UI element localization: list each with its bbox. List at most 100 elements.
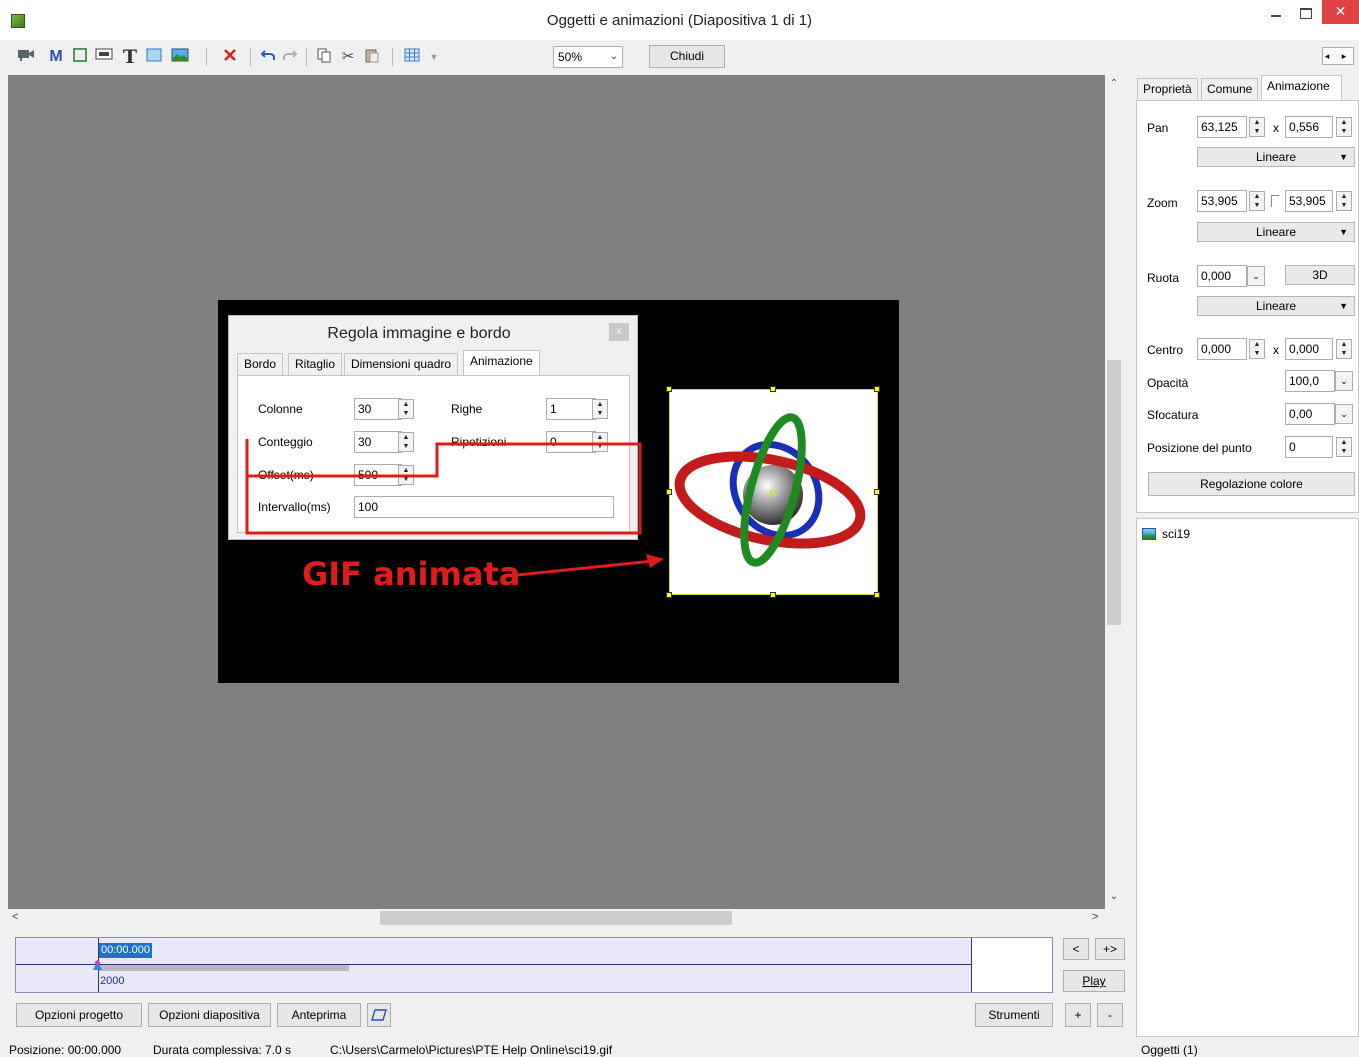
vertical-scrollbar[interactable]: ⌃ ⌄ (1105, 75, 1123, 909)
undo-icon[interactable] (258, 47, 278, 67)
video-camera-icon[interactable] (16, 47, 36, 67)
paste-icon[interactable] (362, 47, 382, 67)
button-object-icon[interactable] (94, 47, 114, 67)
title-bar: Oggetti e animazioni (Diapositiva 1 di 1… (0, 0, 1359, 40)
resize-handle[interactable] (874, 386, 880, 392)
zoom-link-checkbox[interactable] (1271, 195, 1279, 207)
resize-handle[interactable] (666, 592, 672, 598)
grid-dropdown-icon[interactable]: ▼ (424, 47, 444, 67)
opacita-label: Opacità (1147, 376, 1189, 390)
scroll-left-icon[interactable]: < (12, 911, 18, 923)
dialog-close-button[interactable]: x (609, 323, 629, 341)
keyframe-pin-icon[interactable] (93, 960, 102, 971)
pan-x-input[interactable]: 63,125 (1197, 116, 1247, 138)
pan-label: Pan (1147, 121, 1169, 135)
rectangle-icon[interactable] (144, 47, 164, 67)
pan-x-stepper[interactable]: ▲ ▼ (1249, 117, 1265, 137)
zoom-y-stepper[interactable]: ▲ ▼ (1336, 191, 1352, 211)
posizione-punto-label: Posizione del punto (1147, 441, 1252, 455)
delete-icon[interactable] (220, 47, 240, 67)
tab-ritaglio[interactable]: Ritaglio (288, 353, 343, 375)
zoom-x-input[interactable]: 53,905 (1197, 190, 1247, 212)
tab-animazione[interactable]: Animazione (463, 350, 540, 376)
mask-icon[interactable]: M (46, 47, 66, 67)
resize-handle[interactable] (874, 489, 880, 495)
maximize-button[interactable] (1293, 4, 1319, 24)
play-button[interactable]: Play (1063, 970, 1125, 992)
prev-keyframe-button[interactable]: < (1063, 938, 1089, 960)
zoom-interpolation-dropdown[interactable]: Lineare ▼ (1197, 222, 1355, 242)
window-title: Oggetti e animazioni (Diapositiva 1 di 1… (546, 12, 813, 29)
close-window-button[interactable]: ✕ (1322, 0, 1359, 24)
pan-interpolation-dropdown[interactable]: Lineare ▼ (1197, 147, 1355, 167)
resize-handle[interactable] (874, 592, 880, 598)
tab-proprieta[interactable]: Proprietà (1137, 78, 1198, 100)
pan-y-stepper[interactable]: ▲ ▼ (1336, 117, 1352, 137)
text-icon[interactable]: T (120, 47, 140, 67)
cut-icon[interactable]: ✂ (338, 47, 358, 67)
scroll-right-icon[interactable]: > (1092, 911, 1098, 923)
grid-icon[interactable] (402, 47, 422, 67)
ruota-dropdown-icon[interactable]: ⌄ (1247, 266, 1265, 286)
resize-handle[interactable] (666, 386, 672, 392)
horizontal-scrollbar[interactable]: < > (8, 909, 1105, 927)
zoom-y-input[interactable]: 53,905 (1285, 190, 1333, 212)
scroll-up-icon[interactable]: ⌃ (1105, 78, 1123, 89)
opzioni-diapositiva-button[interactable]: Opzioni diapositiva (148, 1003, 271, 1027)
scroll-down-icon[interactable]: ⌄ (1105, 891, 1123, 902)
timeline[interactable]: 00:00.000 2000 (15, 937, 1053, 993)
righe-stepper[interactable]: ▲ ▼ (592, 399, 608, 419)
timeline-object-bar[interactable] (99, 965, 349, 971)
preview-window-button[interactable] (367, 1003, 391, 1027)
annotation-gif-animata: GIF animata (302, 555, 521, 593)
list-item[interactable]: sci19 (1140, 526, 1210, 542)
remove-button[interactable]: - (1097, 1003, 1123, 1027)
zoom-interpolation-value: Lineare (1255, 225, 1297, 239)
posizione-punto-input[interactable]: 0 (1285, 436, 1333, 458)
slide-canvas[interactable]: Regola immagine e bordo x Bordo Ritaglio… (8, 75, 1105, 909)
3d-button[interactable]: 3D (1285, 265, 1355, 285)
colonne-input[interactable]: 30 (354, 398, 402, 420)
copy-icon[interactable] (314, 47, 334, 67)
horizontal-scroll-thumb[interactable] (380, 911, 732, 925)
tab-dimensioni-quadro[interactable]: Dimensioni quadro (344, 353, 459, 375)
vertical-scroll-thumb[interactable] (1107, 360, 1121, 625)
minimize-button[interactable] (1263, 4, 1289, 24)
tab-animazione-right[interactable]: Animazione (1261, 75, 1342, 101)
colonne-stepper[interactable]: ▲ ▼ (398, 399, 414, 419)
righe-input[interactable]: 1 (546, 398, 596, 420)
centro-y-stepper[interactable]: ▲ ▼ (1336, 339, 1352, 359)
centro-x-stepper[interactable]: ▲ ▼ (1249, 339, 1265, 359)
panel-nav-arrows[interactable]: ◂ ▸ (1322, 47, 1354, 65)
sfocatura-dropdown-icon[interactable]: ⌄ (1335, 404, 1353, 424)
tab-comune[interactable]: Comune (1201, 78, 1259, 100)
anteprima-button[interactable]: Anteprima (277, 1003, 361, 1027)
sfocatura-input[interactable]: 0,00 (1285, 403, 1335, 425)
righe-label: Righe (451, 402, 483, 416)
resize-handle[interactable] (666, 489, 672, 495)
pan-y-input[interactable]: 0,556 (1285, 116, 1333, 138)
add-button[interactable]: + (1065, 1003, 1091, 1027)
opzioni-progetto-button[interactable]: Opzioni progetto (16, 1003, 142, 1027)
add-keyframe-button[interactable]: +> (1095, 938, 1125, 960)
resize-handle[interactable] (770, 386, 776, 392)
tab-bordo[interactable]: Bordo (237, 353, 284, 375)
centro-x-input[interactable]: 0,000 (1197, 338, 1247, 360)
posizione-punto-stepper[interactable]: ▲ ▼ (1336, 437, 1352, 457)
opacita-dropdown-icon[interactable]: ⌄ (1335, 371, 1353, 391)
centro-y-input[interactable]: 0,000 (1285, 338, 1333, 360)
gif-image-object[interactable] (666, 386, 880, 598)
pan-interpolation-value: Lineare (1255, 150, 1297, 164)
zoom-x-stepper[interactable]: ▲ ▼ (1249, 191, 1265, 211)
strumenti-button[interactable]: Strumenti (975, 1003, 1053, 1027)
redo-icon[interactable] (280, 47, 300, 67)
image-icon[interactable] (170, 47, 190, 67)
frame-icon[interactable] (70, 47, 90, 67)
resize-handle[interactable] (770, 592, 776, 598)
chiudi-button[interactable]: Chiudi (649, 45, 725, 68)
regolazione-colore-button[interactable]: Regolazione colore (1148, 472, 1355, 496)
zoom-select[interactable]: 50% ⌄ (553, 46, 623, 68)
opacita-input[interactable]: 100,0 (1285, 370, 1335, 392)
ruota-input[interactable]: 0,000 (1197, 265, 1247, 287)
ruota-interpolation-dropdown[interactable]: Lineare ▼ (1197, 296, 1355, 316)
